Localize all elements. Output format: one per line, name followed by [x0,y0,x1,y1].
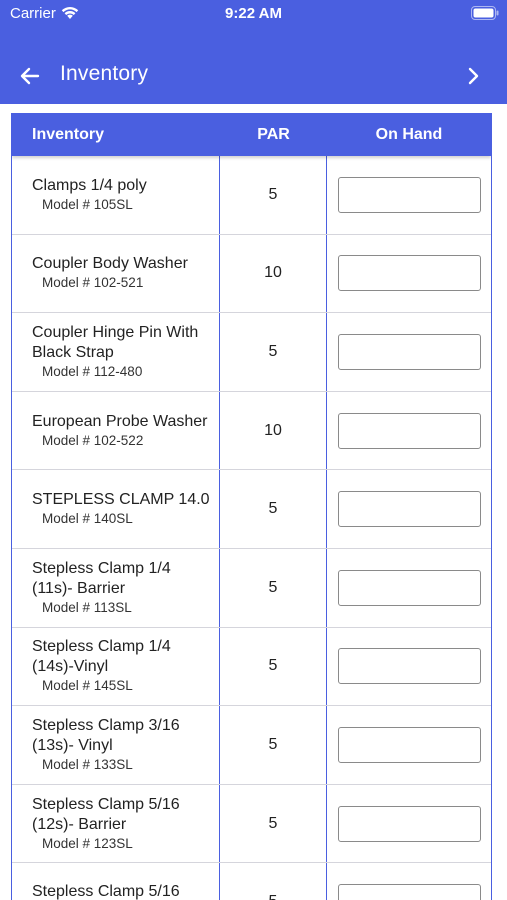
on-hand-input[interactable] [337,176,481,213]
item-info: Coupler Hinge Pin With Black Strap Model … [32,323,211,381]
table-row: European Probe Washer Model # 102-522 10 [12,391,491,471]
item-name: Coupler Body Washer [32,255,188,273]
table-row: Coupler Body Washer Model # 102-521 10 [12,234,491,314]
inventory-cell: Stepless Clamp 5/16 (15s)- Vinyl [12,863,220,900]
on-hand-cell [327,392,491,470]
item-model-number: Model # 145SL [42,678,133,694]
inventory-cell: Coupler Hinge Pin With Black Strap Model … [12,313,220,391]
table-row: Stepless Clamp 3/16 (13s)- Vinyl Model # … [12,706,491,785]
battery-icon [471,6,499,20]
table-body: Clamps 1/4 poly Model # 105SL 5 Coupler Bod… [12,156,491,900]
arrow-left-icon[interactable] [18,64,42,88]
item-model-number: Model # 102-522 [42,432,144,448]
item-name: Stepless Clamp 5/16 (12s)- Barrier [32,795,180,833]
table-row: Stepless Clamp 5/16 (12s)- Barrier Model … [12,784,491,864]
inventory-cell: Stepless Clamp 1/4 (11s)- Barrier Model #… [12,548,220,627]
inventory-cell: STEPLESS CLAMP 14.0 Model # 140SL [12,470,220,548]
column-header-on-hand: On Hand [375,125,443,143]
on-hand-cell [327,470,491,548]
inventory-cell: Stepless Clamp 1/4 (14s)-Vinyl Model # 14… [12,627,220,706]
par-value: 5 [220,784,327,863]
table-row: Clamps 1/4 poly Model # 105SL 5 [12,156,491,235]
inventory-cell: Clamps 1/4 poly Model # 105SL [12,156,220,234]
on-hand-input[interactable] [337,805,481,842]
page-title: Inventory [60,62,149,85]
on-hand-cell [327,156,491,234]
par-value: 10 [220,391,327,470]
item-name: Clamps 1/4 poly [32,176,147,194]
on-hand-input[interactable] [337,412,481,449]
on-hand-input[interactable] [337,648,481,685]
column-header-par: PAR [257,125,290,143]
on-hand-cell [327,235,491,313]
par-value: 10 [220,234,327,313]
item-info: Stepless Clamp 1/4 (11s)- Barrier Model #… [32,559,211,617]
item-name: Coupler Hinge Pin With Black Strap [32,323,199,361]
on-hand-cell [327,863,491,900]
item-name: Stepless Clamp 1/4 (11s)- Barrier [32,559,171,597]
on-hand-input[interactable] [337,569,481,606]
item-info: Stepless Clamp 1/4 (14s)-Vinyl Model # 14… [32,637,211,695]
on-hand-cell [327,706,491,784]
item-name: European Probe Washer [32,412,208,430]
on-hand-input[interactable] [337,726,481,763]
item-model-number: Model # 105SL [42,196,133,212]
par-value: 5 [220,706,327,784]
inventory-table: Inventory PAR On Hand Clamps 1/4 poly Mod… [11,113,492,900]
item-info: Clamps 1/4 poly Model # 105SL [32,176,147,214]
item-info: STEPLESS CLAMP 14.0 Model # 140SL [32,490,210,528]
status-bar: Carrier 9:22 AM [0,0,507,30]
status-time: 9:22 AM [225,5,282,22]
item-name: Stepless Clamp 3/16 (13s)- Vinyl [32,716,180,754]
inventory-cell: European Probe Washer Model # 102-522 [12,391,220,470]
on-hand-input[interactable] [337,491,481,528]
nav-bar: Inventory [0,50,507,102]
table-header: Inventory PAR On Hand [12,113,491,156]
par-value: 5 [220,313,327,391]
item-model-number: Model # 133SL [42,756,133,772]
on-hand-input[interactable] [337,255,481,292]
item-model-number: Model # 113SL [42,599,132,615]
item-model-number: Model # 140SL [42,511,133,527]
table-row: Coupler Hinge Pin With Black Strap Model … [12,313,491,392]
column-header-inventory: Inventory [32,125,105,143]
item-name: Stepless Clamp 1/4 (14s)-Vinyl [32,638,171,676]
par-value: 5 [220,548,327,627]
par-value: 5 [220,863,327,900]
table-row: Stepless Clamp 1/4 (11s)- Barrier Model #… [12,548,491,628]
item-model-number: Model # 123SL [42,835,133,851]
table-row: Stepless Clamp 1/4 (14s)-Vinyl Model # 14… [12,627,491,707]
item-info: Stepless Clamp 5/16 (12s)- Barrier Model … [32,795,211,853]
app-header: Carrier 9:22 AM Inventory [0,0,507,104]
on-hand-input[interactable] [337,333,481,370]
inventory-cell: Stepless Clamp 5/16 (12s)- Barrier Model … [12,784,220,863]
inventory-cell: Stepless Clamp 3/16 (13s)- Vinyl Model # … [12,706,220,784]
item-info: Stepless Clamp 5/16 (15s)- Vinyl [32,882,211,900]
table-row: Stepless Clamp 5/16 (15s)- Vinyl 5 [12,863,491,900]
item-model-number: Model # 102-521 [42,275,144,291]
on-hand-cell [327,313,491,391]
par-value: 5 [220,470,327,548]
chevron-right-icon[interactable] [462,64,484,88]
item-name: STEPLESS CLAMP 14.0 [32,491,210,509]
item-info: Stepless Clamp 3/16 (13s)- Vinyl Model # … [32,716,211,774]
item-name: Stepless Clamp 5/16 (15s)- Vinyl [32,883,180,900]
on-hand-cell [327,785,491,863]
on-hand-input[interactable] [337,884,481,900]
on-hand-cell [327,549,491,627]
inventory-cell: Coupler Body Washer Model # 102-521 [12,234,220,313]
item-info: Coupler Body Washer Model # 102-521 [32,254,188,292]
par-value: 5 [220,156,327,234]
par-value: 5 [220,627,327,706]
item-info: European Probe Washer Model # 102-522 [32,412,208,450]
inventory-screen: Carrier 9:22 AM Inventory Inventory PAR … [0,0,507,900]
table-row: STEPLESS CLAMP 14.0 Model # 140SL 5 [12,470,491,549]
on-hand-cell [327,628,491,706]
item-model-number: Model # 112-480 [42,363,143,379]
